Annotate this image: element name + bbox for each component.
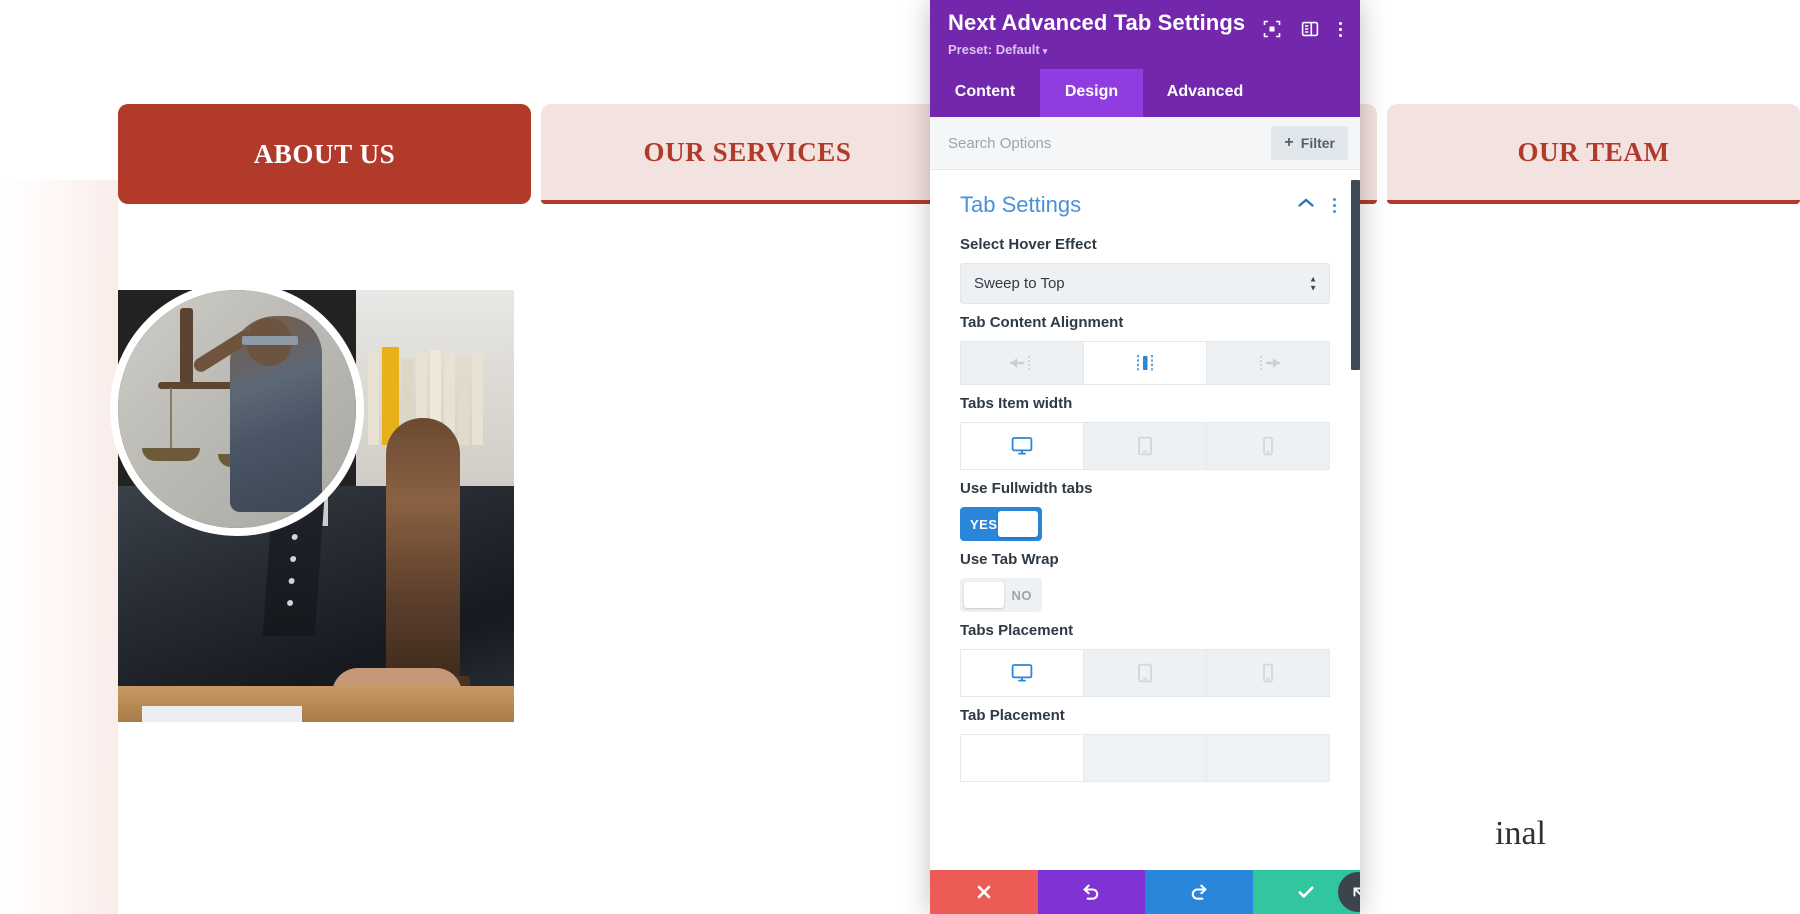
phone-icon — [1262, 436, 1274, 456]
panel-scroll-body[interactable]: Tab Settings Select Hover Effect Sweep t… — [930, 170, 1360, 870]
field-label: Tab Placement — [960, 707, 1065, 724]
website-tab-about-us[interactable]: ABOUT US — [118, 104, 531, 204]
redo-icon — [1189, 882, 1209, 902]
chevron-up-icon[interactable] — [1297, 196, 1315, 214]
focus-frame-icon[interactable] — [1263, 20, 1281, 38]
close-icon — [975, 883, 993, 901]
tab-label: Design — [1064, 83, 1119, 100]
desktop-icon — [1011, 436, 1033, 456]
undo-icon — [1081, 882, 1101, 902]
preset-selector[interactable]: Preset: Default ▾ — [948, 42, 1263, 57]
field-label: Use Tab Wrap — [960, 551, 1059, 568]
toggle-state-label: NO — [1011, 587, 1032, 603]
section-more-icon[interactable] — [1333, 197, 1336, 213]
website-tab-label: OUR SERVICES — [643, 136, 852, 167]
tab-design[interactable]: Design — [1040, 69, 1143, 117]
field-label: Tabs Placement — [960, 622, 1074, 639]
redo-button[interactable] — [1145, 870, 1253, 914]
tab-placement-option-3[interactable] — [1207, 734, 1330, 782]
page-left-gutter — [0, 180, 118, 914]
field-tabs-item-width: Tabs Item width — [930, 385, 1360, 470]
chevron-down-icon: ▾ — [1042, 46, 1048, 56]
screenshot-root: ABOUT US OUR SERVICES TRUSTED US OUR TEA… — [0, 0, 1800, 914]
toggle-knob — [998, 511, 1038, 537]
field-tabs-placement: Tabs Placement — [930, 612, 1360, 697]
tab-content[interactable]: Content — [930, 69, 1040, 117]
cancel-button[interactable] — [930, 870, 1038, 914]
module-settings-panel: Next Advanced Tab Settings Preset: Defau… — [930, 0, 1360, 914]
placement-phone-option[interactable] — [1207, 649, 1330, 697]
undo-button[interactable] — [1037, 870, 1145, 914]
tablet-icon — [1137, 663, 1153, 683]
tab-label: Content — [954, 83, 1016, 100]
preset-label: Preset: Default — [948, 42, 1040, 57]
field-label: Select Hover Effect — [960, 236, 1097, 253]
panel-title: Next Advanced Tab Settings — [948, 10, 1246, 35]
website-tab-our-team[interactable]: OUR TEAM — [1387, 104, 1800, 204]
placement-tablet-option[interactable] — [1084, 649, 1207, 697]
align-left-icon — [1007, 354, 1037, 372]
phone-icon — [1262, 663, 1274, 683]
tablet-icon — [1137, 436, 1153, 456]
search-input[interactable] — [948, 134, 1262, 152]
hover-effect-select[interactable]: Sweep to Top — [960, 263, 1330, 304]
more-vertical-icon[interactable] — [1339, 21, 1342, 37]
use-tab-wrap-toggle[interactable]: NO — [960, 578, 1042, 612]
device-tablet-option[interactable] — [1084, 422, 1207, 470]
website-preview: ABOUT US OUR SERVICES TRUSTED US OUR TEA… — [0, 0, 1800, 914]
field-label: Tab Content Alignment — [960, 314, 1124, 331]
section-title: Tab Settings — [960, 192, 1082, 217]
section-header-tab-settings: Tab Settings — [930, 170, 1360, 226]
placement-desktop-option[interactable] — [960, 649, 1084, 697]
align-right-icon — [1253, 354, 1283, 372]
website-media-block — [118, 290, 514, 722]
device-desktop-option[interactable] — [960, 422, 1084, 470]
align-left-option[interactable] — [960, 341, 1084, 385]
device-phone-option[interactable] — [1207, 422, 1330, 470]
website-tab-label: OUR TEAM — [1517, 136, 1670, 167]
check-icon — [1296, 882, 1316, 902]
tab-placement-option-2[interactable] — [1084, 734, 1207, 782]
panel-footer — [930, 870, 1360, 914]
website-tab-our-services[interactable]: OUR SERVICES — [541, 104, 954, 204]
tab-advanced[interactable]: Advanced — [1143, 69, 1267, 117]
search-row: + Filter — [930, 117, 1360, 170]
toggle-knob — [964, 582, 1004, 608]
align-center-option[interactable] — [1084, 341, 1207, 385]
panel-tab-bar: Content Design Advanced — [930, 69, 1360, 117]
field-label: Tabs Item width — [960, 395, 1073, 412]
layout-panel-icon[interactable] — [1301, 20, 1319, 38]
field-tab-content-alignment: Tab Content Alignment — [930, 304, 1360, 385]
filter-button[interactable]: + Filter — [1271, 126, 1348, 160]
align-right-option[interactable] — [1207, 341, 1330, 385]
field-label: Use Fullwidth tabs — [960, 480, 1093, 497]
align-center-icon — [1130, 353, 1160, 373]
filter-button-label: Filter — [1300, 135, 1335, 151]
plus-icon: + — [1284, 134, 1294, 151]
panel-scrollbar-thumb[interactable] — [1351, 180, 1360, 370]
tab-label: Advanced — [1166, 83, 1244, 100]
field-tab-placement: Tab Placement — [930, 697, 1360, 782]
panel-header: Next Advanced Tab Settings Preset: Defau… — [930, 0, 1360, 69]
field-select-hover-effect: Select Hover Effect Sweep to Top ▲ ▼ — [930, 226, 1360, 304]
field-use-fullwidth-tabs: Use Fullwidth tabs YES — [930, 470, 1360, 541]
website-bottom-text: inal — [1495, 815, 1546, 852]
field-use-tab-wrap: Use Tab Wrap NO — [930, 541, 1360, 612]
website-tab-label: ABOUT US — [253, 138, 396, 169]
use-fullwidth-tabs-toggle[interactable]: YES — [960, 507, 1042, 541]
lady-justice-circle-photo — [118, 290, 356, 528]
tab-placement-option-1[interactable] — [960, 734, 1084, 782]
desktop-icon — [1011, 663, 1033, 683]
